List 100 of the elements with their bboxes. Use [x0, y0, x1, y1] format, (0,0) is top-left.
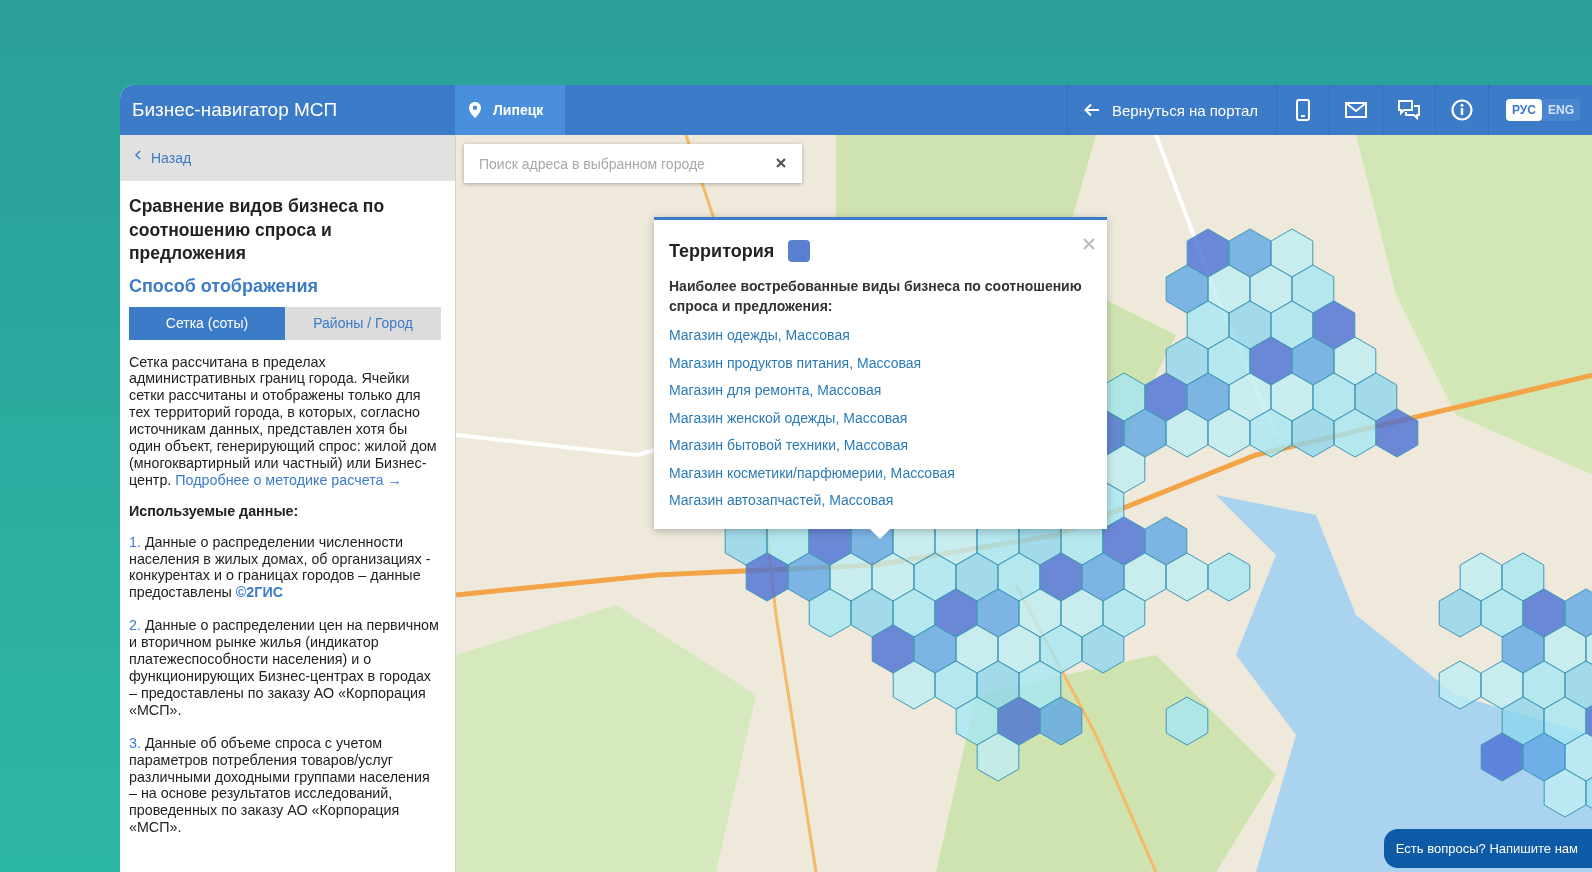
- hex-cell: [1501, 552, 1545, 602]
- hex-cell: [1144, 516, 1188, 566]
- hex-cell: [745, 552, 789, 602]
- panel-heading: Сравнение видов бизнеса по соотношению спроса и предложения: [129, 195, 386, 265]
- hex-cell: [1060, 588, 1104, 638]
- hex-cell: [787, 552, 831, 602]
- hex-cell: [1039, 696, 1083, 746]
- hex-cell: [955, 696, 999, 746]
- hex-cell: [934, 660, 978, 710]
- hex-cell: [1480, 588, 1524, 638]
- back-link[interactable]: Назад: [135, 150, 192, 166]
- hex-cell: [997, 696, 1041, 746]
- business-link[interactable]: Магазин для ремонта, Массовая: [669, 377, 882, 405]
- hex-cell: [1039, 624, 1083, 674]
- hex-cell: [976, 588, 1020, 638]
- close-icon: [776, 158, 786, 168]
- popup-title: Территория: [669, 240, 775, 262]
- hex-cell: [1438, 588, 1482, 638]
- hex-cell: [1375, 408, 1419, 458]
- data-source-text: 2. Данные о распределении цен на первичном и вторичном рынке жилья (индикатор платежеспособности населения) и о функционирующих Бизнес-центрах в городах – предоставлены по заказу АО «Корпорация «МСП».: [129, 617, 440, 719]
- hex-cell: [892, 588, 936, 638]
- hex-cell: [1543, 768, 1587, 818]
- hex-cell: [1207, 264, 1251, 314]
- pin-icon: [469, 102, 481, 118]
- popup-subtitle: Наиболее востребованные виды бизнеса по соотношению спроса и предложения:: [669, 277, 1083, 316]
- language-option[interactable]: ENG: [1542, 99, 1580, 121]
- hex-cell: [1543, 696, 1587, 746]
- hex-cell: [1270, 300, 1314, 350]
- hex-cell: [1333, 336, 1377, 386]
- hex-cell: [1165, 408, 1209, 458]
- hex-cell: [1291, 264, 1335, 314]
- hex-cell: [1207, 552, 1251, 602]
- hex-cell: [871, 552, 915, 602]
- hex-cell: [1186, 228, 1230, 278]
- hex-cell: [976, 732, 1020, 782]
- hex-cell: [1081, 624, 1125, 674]
- hex-cell: [913, 552, 957, 602]
- hex-cell: [1522, 660, 1566, 710]
- hex-cell: [1144, 372, 1188, 422]
- hex-cell: [1270, 228, 1314, 278]
- hex-cell: [1102, 588, 1146, 638]
- hex-cell: [934, 588, 978, 638]
- business-link[interactable]: Магазин бытовой техники, Массовая: [669, 432, 908, 460]
- business-link[interactable]: Магазин женской одежды, Массовая: [669, 404, 908, 432]
- data-sources-title: Используемые данные:: [129, 502, 300, 520]
- hex-cell: [1270, 372, 1314, 422]
- hex-cell: [1354, 372, 1398, 422]
- chat-icon: [1398, 100, 1420, 120]
- arrow-left-icon: [1084, 103, 1100, 117]
- view-tab[interactable]: Сетка (соты): [129, 306, 285, 340]
- language-option[interactable]: РУС: [1506, 99, 1542, 121]
- description-text: Сетка рассчитана в пределах административных границ города. Ячейки сетки рассчитаны и отображены только для тех территорий города, в которых, согласно источникам данных, представлен хотя бы один объект, генерирующий спрос: жилой дом (многоквартирный или частный) или Бизнес-центр. Подробнее о методике расчета →: [129, 353, 438, 489]
- app-title: Бизнес-навигатор МСП: [131, 98, 339, 122]
- business-link[interactable]: Магазин автозапчастей, Массовая: [669, 487, 894, 515]
- feedback-button[interactable]: Есть вопросы? Напишите нам: [1383, 829, 1592, 868]
- hex-cell: [1102, 516, 1146, 566]
- hex-cell: [1228, 228, 1272, 278]
- hex-cell: [1081, 552, 1125, 602]
- hex-cell: [1459, 552, 1503, 602]
- hex-cell: [976, 660, 1020, 710]
- hex-cell: [913, 624, 957, 674]
- hex-cell: [1018, 660, 1062, 710]
- business-link[interactable]: Магазин продуктов питания, Массовая: [669, 349, 922, 377]
- hex-cell: [1249, 408, 1293, 458]
- hex-cell: [1249, 264, 1293, 314]
- hex-cell: [955, 552, 999, 602]
- hex-cell: [850, 588, 894, 638]
- business-link[interactable]: Магазин косметики/парфюмерии, Массовая: [669, 459, 955, 487]
- hex-cell: [1291, 336, 1335, 386]
- search-field[interactable]: Поиск адреса в выбранном городе: [464, 144, 802, 183]
- city-tab[interactable]: Липецк: [455, 85, 566, 135]
- hex-cell: [997, 552, 1041, 602]
- hex-cell: [829, 552, 873, 602]
- hex-cell: [1333, 408, 1377, 458]
- hex-cell: [1501, 624, 1545, 674]
- hex-cell: [1039, 552, 1083, 602]
- hex-cell: [955, 624, 999, 674]
- hex-cell: [1165, 552, 1209, 602]
- hex-cell: [1165, 336, 1209, 386]
- info-icon: [1451, 99, 1473, 121]
- hex-cell: [1438, 660, 1482, 710]
- section-title: Способ отображения: [129, 274, 319, 297]
- mail-icon: [1345, 102, 1367, 118]
- hex-cell: [1564, 660, 1592, 710]
- hex-cell: [1018, 588, 1062, 638]
- hex-cell: [1522, 732, 1566, 782]
- view-tab[interactable]: Районы / Город: [285, 306, 441, 340]
- chevron-left-icon: [135, 150, 141, 160]
- hex-cell: [1165, 696, 1209, 746]
- hex-cell: [1480, 660, 1524, 710]
- source-link[interactable]: ©2ГИС: [235, 584, 284, 601]
- business-link[interactable]: Магазин одежды, Массовая: [669, 322, 850, 350]
- hex-cell: [1564, 732, 1592, 782]
- hex-cell: [1522, 588, 1566, 638]
- method-link[interactable]: Подробнее о методике расчета →: [175, 471, 402, 488]
- hex-cell: [871, 624, 915, 674]
- hex-cell: [1501, 696, 1545, 746]
- close-icon: [1083, 238, 1095, 250]
- hex-cell: [1123, 552, 1167, 602]
- hex-cell: [1564, 588, 1592, 638]
